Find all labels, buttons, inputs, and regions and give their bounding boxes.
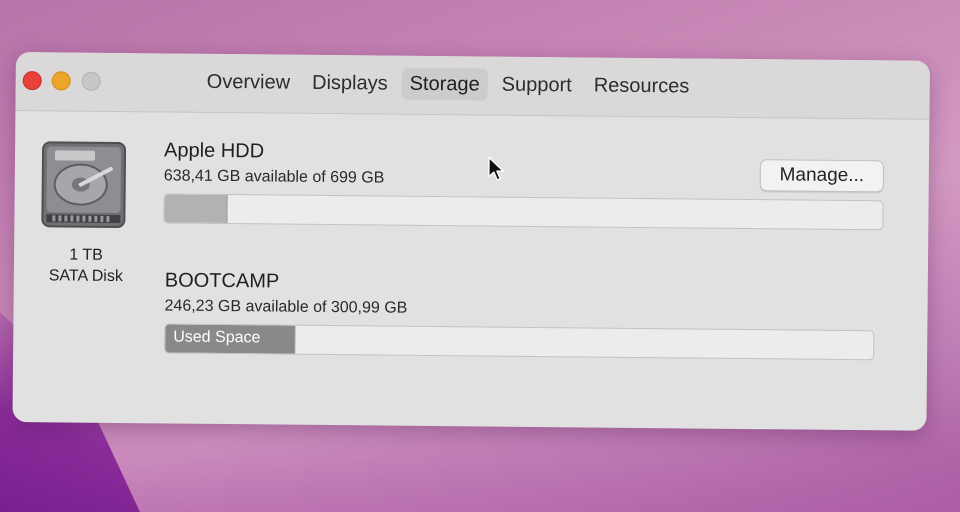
mouse-pointer-icon	[488, 156, 505, 181]
close-window-button[interactable]	[22, 71, 42, 91]
volume-availability: 638,41 GB available of 699 GB	[163, 167, 385, 187]
minimize-window-button[interactable]	[51, 71, 71, 91]
disk-caption: 1 TB SATA Disk	[32, 244, 140, 287]
storage-usage-bar: Used Space	[164, 323, 875, 361]
disk-type: SATA Disk	[48, 267, 123, 286]
tab-support[interactable]: Support	[494, 69, 580, 102]
tab-storage[interactable]: Storage	[401, 67, 488, 101]
zoom-window-button[interactable]	[81, 71, 101, 91]
used-space-label: Used Space	[173, 328, 261, 347]
tab-displays[interactable]: Displays	[304, 67, 396, 100]
disk-capacity: 1 TB	[69, 246, 103, 264]
tab-bar: Overview Displays Storage Support Resour…	[199, 66, 698, 103]
title-bar: Overview Displays Storage Support Resour…	[15, 52, 930, 120]
storage-usage-bar	[163, 193, 884, 231]
tab-overview[interactable]: Overview	[199, 66, 299, 99]
about-this-mac-window: Overview Displays Storage Support Resour…	[12, 52, 930, 431]
volume-availability: 246,23 GB available of 300,99 GB	[164, 297, 408, 317]
storage-panel: 1 TB SATA Disk Apple HDD 638,41 GB avail…	[12, 110, 929, 431]
manage-button[interactable]: Manage...	[759, 159, 885, 193]
used-space-fill: Used Space	[165, 324, 296, 354]
volume-name: BOOTCAMP	[164, 269, 280, 293]
hard-disk-icon	[41, 141, 127, 228]
volume-name: Apple HDD	[163, 139, 265, 163]
used-space-fill	[164, 194, 229, 224]
tab-resources[interactable]: Resources	[586, 69, 698, 102]
